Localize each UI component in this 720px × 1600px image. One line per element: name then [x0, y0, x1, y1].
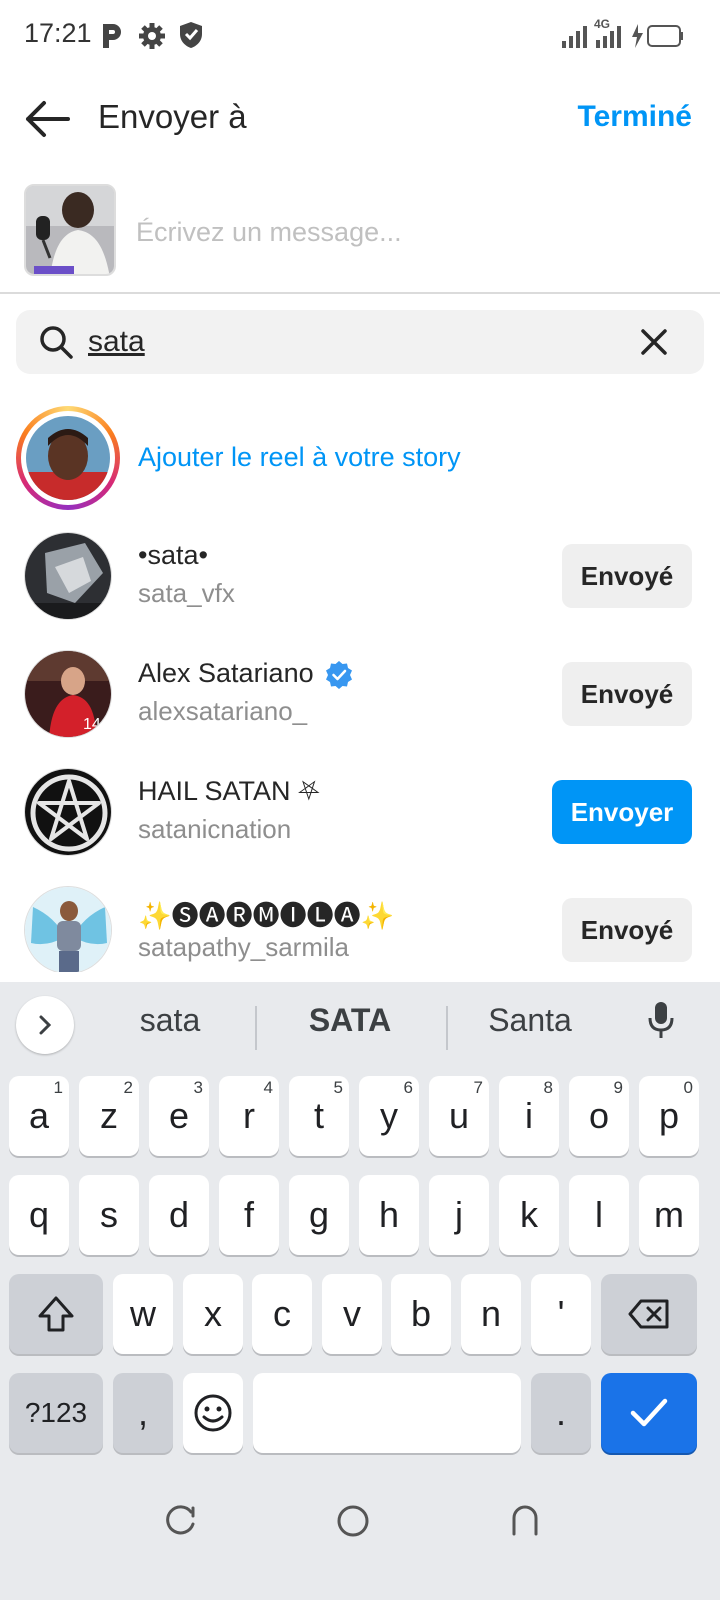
key-apostrophe[interactable]: ' — [531, 1274, 591, 1354]
avatar — [24, 886, 112, 972]
suggestion-2[interactable]: SATA — [270, 1002, 430, 1039]
expand-toolbar-button[interactable] — [16, 996, 74, 1054]
suggestion-bar: sata SATA Santa — [0, 982, 720, 1070]
chevron-right-icon — [39, 1015, 52, 1035]
send-button[interactable]: Envoyer — [552, 780, 692, 844]
comma-key[interactable]: , — [113, 1373, 173, 1453]
divider — [0, 292, 720, 294]
period-key[interactable]: . — [531, 1373, 591, 1453]
search-icon — [40, 326, 73, 359]
system-navigation-bar — [0, 1476, 720, 1600]
reel-thumbnail — [24, 184, 116, 276]
avatar — [26, 416, 110, 500]
key-s[interactable]: s — [79, 1175, 139, 1255]
key-e[interactable]: e3 — [149, 1076, 209, 1156]
checkmark-icon — [630, 1398, 668, 1427]
emoji-key[interactable] — [183, 1373, 243, 1453]
key-n[interactable]: n — [461, 1274, 521, 1354]
back-arrow-icon[interactable] — [22, 98, 72, 140]
sent-button[interactable]: Envoyé — [562, 544, 692, 608]
gear-icon — [139, 23, 165, 49]
microphone-icon[interactable] — [646, 1000, 676, 1040]
key-y[interactable]: y6 — [359, 1076, 419, 1156]
key-m[interactable]: m — [639, 1175, 699, 1255]
shield-icon — [180, 22, 202, 48]
key-z[interactable]: z2 — [79, 1076, 139, 1156]
symbols-key[interactable]: ?123 — [9, 1373, 103, 1453]
user-handle: satapathy_sarmila — [138, 932, 349, 962]
key-f[interactable]: f — [219, 1175, 279, 1255]
emoji-icon — [194, 1394, 232, 1432]
avatar — [24, 768, 112, 856]
space-key[interactable] — [253, 1373, 521, 1453]
sent-button[interactable]: Envoyé — [562, 898, 692, 962]
suggestion-divider — [255, 1006, 257, 1050]
user-handle: sata_vfx — [138, 578, 235, 608]
key-v[interactable]: v — [322, 1274, 382, 1354]
user-name: Alex Satariano — [138, 658, 314, 688]
battery-charging-icon — [632, 24, 683, 48]
list-item[interactable]: 14 Alex Satariano alexsatariano_ Envoyé — [0, 636, 720, 746]
parking-app-icon — [103, 24, 121, 48]
status-time: 17:21 — [24, 18, 92, 48]
key-h[interactable]: h — [359, 1175, 419, 1255]
key-o[interactable]: o9 — [569, 1076, 629, 1156]
key-g[interactable]: g — [289, 1175, 349, 1255]
user-handle: satanicnation — [138, 814, 292, 844]
search-bar[interactable]: sata — [16, 310, 704, 374]
suggestion-1[interactable]: sata — [110, 1002, 230, 1039]
user-handle: alexsatariano_ — [138, 696, 308, 726]
key-t[interactable]: t5 — [289, 1076, 349, 1156]
avatar: 14 — [24, 650, 112, 738]
home-icon[interactable] — [336, 1504, 370, 1538]
sent-button[interactable]: Envoyé — [562, 662, 692, 726]
user-name: •sata• — [138, 540, 208, 570]
key-q[interactable]: q — [9, 1175, 69, 1255]
list-item[interactable]: ✨🅢🅐🅡🅜🅘🅛🅐✨ satapathy_sarmila Envoyé — [0, 872, 720, 972]
key-w[interactable]: w — [113, 1274, 173, 1354]
backspace-key[interactable] — [601, 1274, 697, 1354]
message-input[interactable] — [136, 212, 676, 252]
back-nav-icon[interactable] — [508, 1502, 542, 1536]
list-item[interactable]: HAIL SATAN ⛧ satanicnation Envoyer — [0, 754, 720, 864]
svg-text:14: 14 — [83, 716, 101, 733]
user-name: ✨🅢🅐🅡🅜🅘🅛🅐✨ — [138, 901, 395, 931]
story-avatar-ring[interactable] — [16, 406, 120, 510]
recent-apps-icon[interactable] — [164, 1504, 198, 1538]
avatar — [24, 532, 112, 620]
suggestion-divider — [446, 1006, 448, 1050]
key-p[interactable]: p0 — [639, 1076, 699, 1156]
key-x[interactable]: x — [183, 1274, 243, 1354]
key-r[interactable]: r4 — [219, 1076, 279, 1156]
done-button[interactable]: Terminé — [578, 100, 692, 134]
verified-badge-icon — [326, 661, 352, 689]
signal-icon — [562, 26, 587, 48]
shift-key[interactable] — [9, 1274, 103, 1354]
add-reel-to-story-link[interactable]: Ajouter le reel à votre story — [138, 442, 461, 473]
clear-search-icon[interactable] — [640, 328, 668, 356]
key-d[interactable]: d — [149, 1175, 209, 1255]
suggestion-3[interactable]: Santa — [460, 1002, 600, 1039]
key-b[interactable]: b — [391, 1274, 451, 1354]
page-title: Envoyer à — [98, 98, 247, 135]
backspace-icon — [628, 1299, 669, 1329]
key-k[interactable]: k — [499, 1175, 559, 1255]
user-name: HAIL SATAN ⛧ — [138, 776, 320, 806]
search-input[interactable]: sata — [88, 325, 145, 359]
key-c[interactable]: c — [252, 1274, 312, 1354]
key-j[interactable]: j — [429, 1175, 489, 1255]
key-l[interactable]: l — [569, 1175, 629, 1255]
key-i[interactable]: i8 — [499, 1076, 559, 1156]
status-bar: 17:21 4G — [0, 0, 720, 72]
key-a[interactable]: a1 — [9, 1076, 69, 1156]
enter-key[interactable] — [601, 1373, 697, 1453]
signal-4g-icon — [596, 26, 621, 48]
key-u[interactable]: u7 — [429, 1076, 489, 1156]
shift-icon — [38, 1296, 74, 1332]
list-item[interactable]: •sata• sata_vfx Envoyé — [0, 518, 720, 628]
